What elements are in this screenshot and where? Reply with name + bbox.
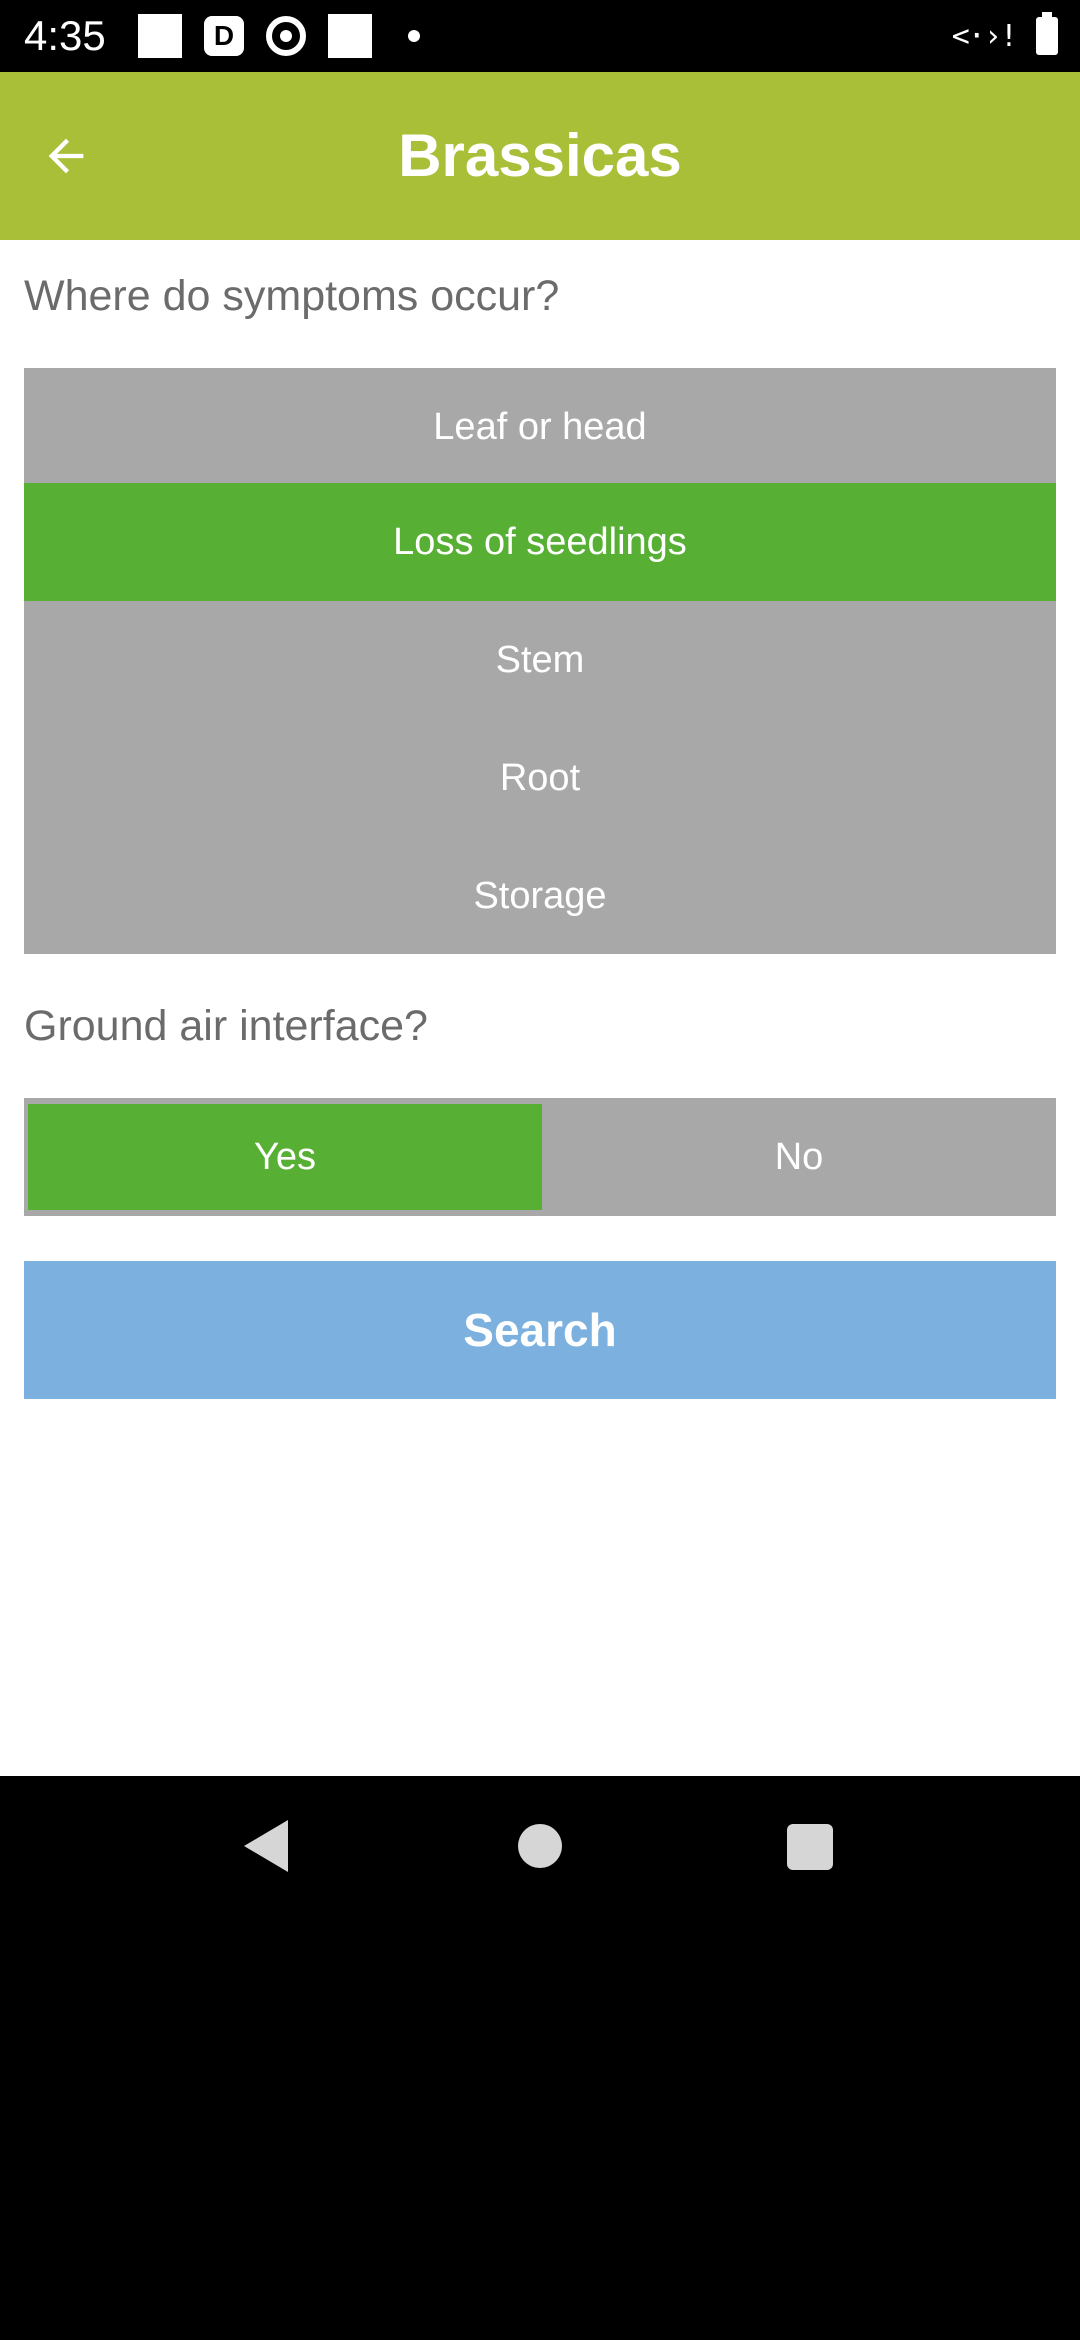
target-icon [266,16,306,56]
page-title: Brassicas [398,122,682,189]
nav-back-icon[interactable] [244,1820,288,1872]
no-option[interactable]: No [542,1104,1056,1210]
d-app-icon: D [204,16,244,56]
ground-air-question: Ground air interface? [24,1002,428,1050]
status-time: 4:35 [24,12,106,59]
notification-icons: D [138,14,420,58]
system-icons: <·›! [951,12,1058,58]
app-bar: Brassicas [0,72,1080,240]
nav-recents-icon[interactable] [787,1824,833,1870]
option-stem[interactable]: Stem [24,601,1056,719]
battery-icon [1036,12,1058,55]
app-screen: 4:35 D <·›! Brassicas Where do symptoms … [0,0,1080,2340]
data-arrows-icon: <·›! [951,18,1018,54]
option-loss-of-seedlings[interactable]: Loss of seedlings [24,483,1056,601]
nav-home-icon[interactable] [518,1824,562,1868]
search-button[interactable]: Search [24,1261,1056,1399]
square-notification-icon [328,14,372,58]
ground-air-toggle: Yes No [24,1098,1056,1216]
symptoms-question: Where do symptoms occur? [24,272,560,320]
status-bar: 4:35 D <·›! [0,0,1080,72]
main-content: Where do symptoms occur? Leaf or head Lo… [0,240,1080,1776]
option-root[interactable]: Root [24,719,1056,837]
square-notification-icon [138,14,182,58]
option-leaf-or-head[interactable]: Leaf or head [24,368,1056,486]
system-nav-bar [0,1776,1080,1920]
option-storage[interactable]: Storage [24,837,1056,955]
more-dot-icon [408,30,420,42]
yes-option[interactable]: Yes [28,1104,542,1210]
symptom-options-list: Leaf or head Loss of seedlings Stem Root… [24,368,1056,954]
